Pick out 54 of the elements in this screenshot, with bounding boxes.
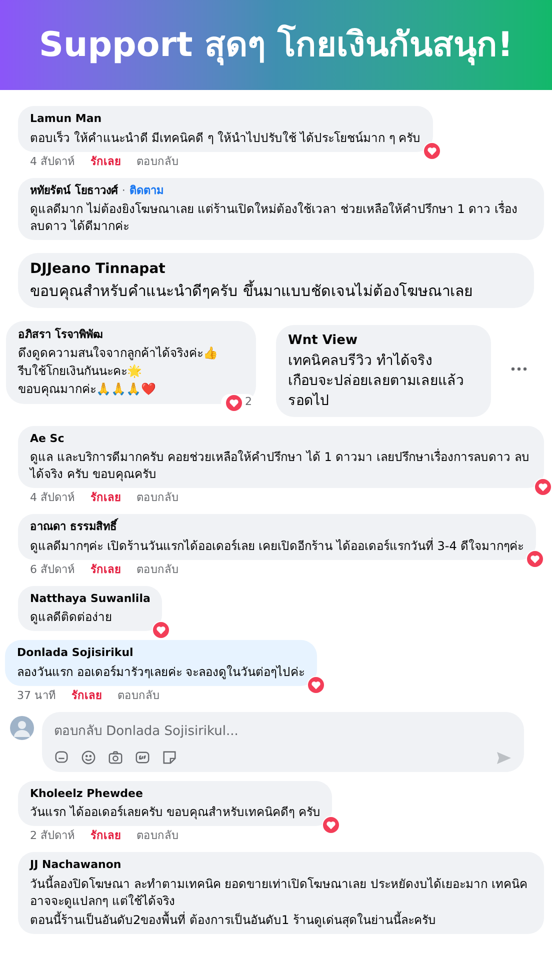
- comment-text: ดูแล และบริการดีมากครับ คอยช่วยเหลือให้คำปรึกษา ได้ 1 ดาวมา เลยปรึกษาเรื่องการลบดาว ลบได้จริง ครับ ขอบคุณครับ: [30, 449, 530, 483]
- comment-time: 2 สัปดาห์: [30, 829, 74, 843]
- separator-dot: ·: [122, 182, 126, 198]
- like-link[interactable]: รักเลย: [90, 154, 120, 168]
- commenter-name[interactable]: Kholeelz Phewdee: [30, 786, 143, 802]
- commenter-name[interactable]: JJ Nachawanon: [30, 857, 122, 874]
- commenter-name[interactable]: Wnt View: [288, 331, 479, 350]
- emoji-icon[interactable]: [81, 750, 96, 765]
- reply-link[interactable]: ตอบกลับ: [118, 688, 160, 702]
- like-link[interactable]: รักเลย: [90, 562, 120, 576]
- follow-link[interactable]: ติดตาม: [129, 182, 164, 199]
- avatar-icon: [10, 716, 34, 740]
- comment-text: ขอบคุณสำหรับคำแนะนำดีๆครับ ขึ้นมาแบบชัดเจนไม่ต้องโฆษณาเลย: [30, 280, 474, 302]
- comment-text: วันแรก ได้ออเดอร์เลยครับ ขอบคุณสำหรับเทคนิคดีๆ ครับ: [30, 804, 320, 821]
- reply-field[interactable]: ตอบกลับ Donlada Sojisirikul...: [54, 722, 512, 741]
- reaction-count: 2: [221, 394, 256, 412]
- comment-text: ตอบเร็ว ให้คำแนะนำดี มีเทคนิคดี ๆ ให้นำไปปรับใช้ ได้ประโยชน์มาก ๆ ครับ: [30, 130, 421, 146]
- banner-title: Support สุดๆ โกยเงินกันสนุก!: [39, 24, 513, 68]
- comment-text: เกือบจะปล่อยเลยตามเลยแล้ว: [288, 372, 465, 390]
- comment-text: ดูแลดีติดต่อง่าย: [30, 609, 113, 626]
- comment-text: ลองวันแรก ออเดอร์มารัวๆเลยค่ะ จะลองดูในวันต่อๆไปค่ะ: [17, 664, 305, 680]
- like-link[interactable]: รักเลย: [90, 491, 120, 505]
- comment-text: วันนี้ลองปิดโฆษณา ละทำตามเทคนิค ยอดขายเท่าเปิดโฆษณาเลย ประหยัดงบได้เยอะมาก เทคนิคอาจจะดูแปลกๆ แต่ใช้ได้จริง: [30, 876, 528, 910]
- comment-text: ดึงดูดความสนใจจากลูกค้าได้จริงค่ะ👍: [18, 344, 219, 362]
- comment-time: 4 สัปดาห์: [30, 491, 74, 505]
- commenter-name[interactable]: อาณดา ธรรมสิทธิ์: [30, 519, 117, 536]
- commenter-name[interactable]: อภิสรา โรจาพิพัฒ: [18, 327, 244, 344]
- comment-time: 4 สัปดาห์: [30, 154, 74, 168]
- comment-text: ตอนนี้ร้านเป็นอันดับ2ของพื้นที่ ต้องการเป็นอันดับ1 ร้านดูเด่นสุดในย่านนี้ละครับ: [30, 912, 437, 928]
- comment-text: รีบใช้โกยเงินกันนะคะ🌟: [18, 362, 143, 380]
- reply-link[interactable]: ตอบกลับ: [136, 154, 178, 168]
- gif-icon[interactable]: [135, 750, 150, 765]
- comment-time: 6 สัปดาห์: [30, 562, 74, 576]
- reply-box[interactable]: ตอบกลับ Donlada Sojisirikul...: [42, 712, 524, 772]
- reply-link[interactable]: ตอบกลับ: [136, 562, 178, 576]
- commenter-name[interactable]: Ae Sc: [30, 430, 64, 447]
- comment-text: ขอบคุณมากค่ะ🙏🙏🙏❤: [18, 380, 157, 398]
- like-link[interactable]: รักเลย: [90, 829, 120, 843]
- comment-text: ดูแลดีมาก ไม่ต้องยิงโฆษณาเลย แต่ร้านเปิดใหม่ต้องใช้เวลา ช่วยเหลือให้คำปรึกษา 1 ดาว เรื่องลบดาว ได้ดีมากค่ะ: [30, 201, 519, 235]
- comment-text: ดูแลดีมากๆค่ะ เปิดร้านวันแรกได้ออเดอร์เลย เคยเปิดอีกร้าน ได้ออเดอร์แรกวันที่ 3-4 ดีใจมากๆค่ะ: [30, 538, 524, 554]
- heart-reaction-icon: [225, 394, 243, 412]
- reply-link[interactable]: ตอบกลับ: [136, 829, 178, 843]
- commenter-name[interactable]: Lamun Man: [30, 111, 102, 128]
- comment-text: รอดไป: [288, 392, 330, 410]
- commenter-name[interactable]: หทัยรัตน์ โยธาวงศ์: [30, 182, 118, 199]
- more-options-icon[interactable]: [511, 367, 527, 371]
- like-link[interactable]: รักเลย: [72, 688, 102, 702]
- comment-text: เทคนิคลบรีวิว ทำได้จริง: [288, 352, 434, 370]
- reply-link[interactable]: ตอบกลับ: [136, 491, 178, 505]
- camera-icon[interactable]: [108, 750, 123, 765]
- commenter-name[interactable]: Natthaya Suwanlila: [30, 590, 150, 607]
- comment-time: 37 นาที: [17, 688, 56, 702]
- commenter-name[interactable]: DJJeano Tinnapat: [30, 259, 522, 280]
- commenter-name[interactable]: Donlada Sojisirikul: [17, 645, 134, 662]
